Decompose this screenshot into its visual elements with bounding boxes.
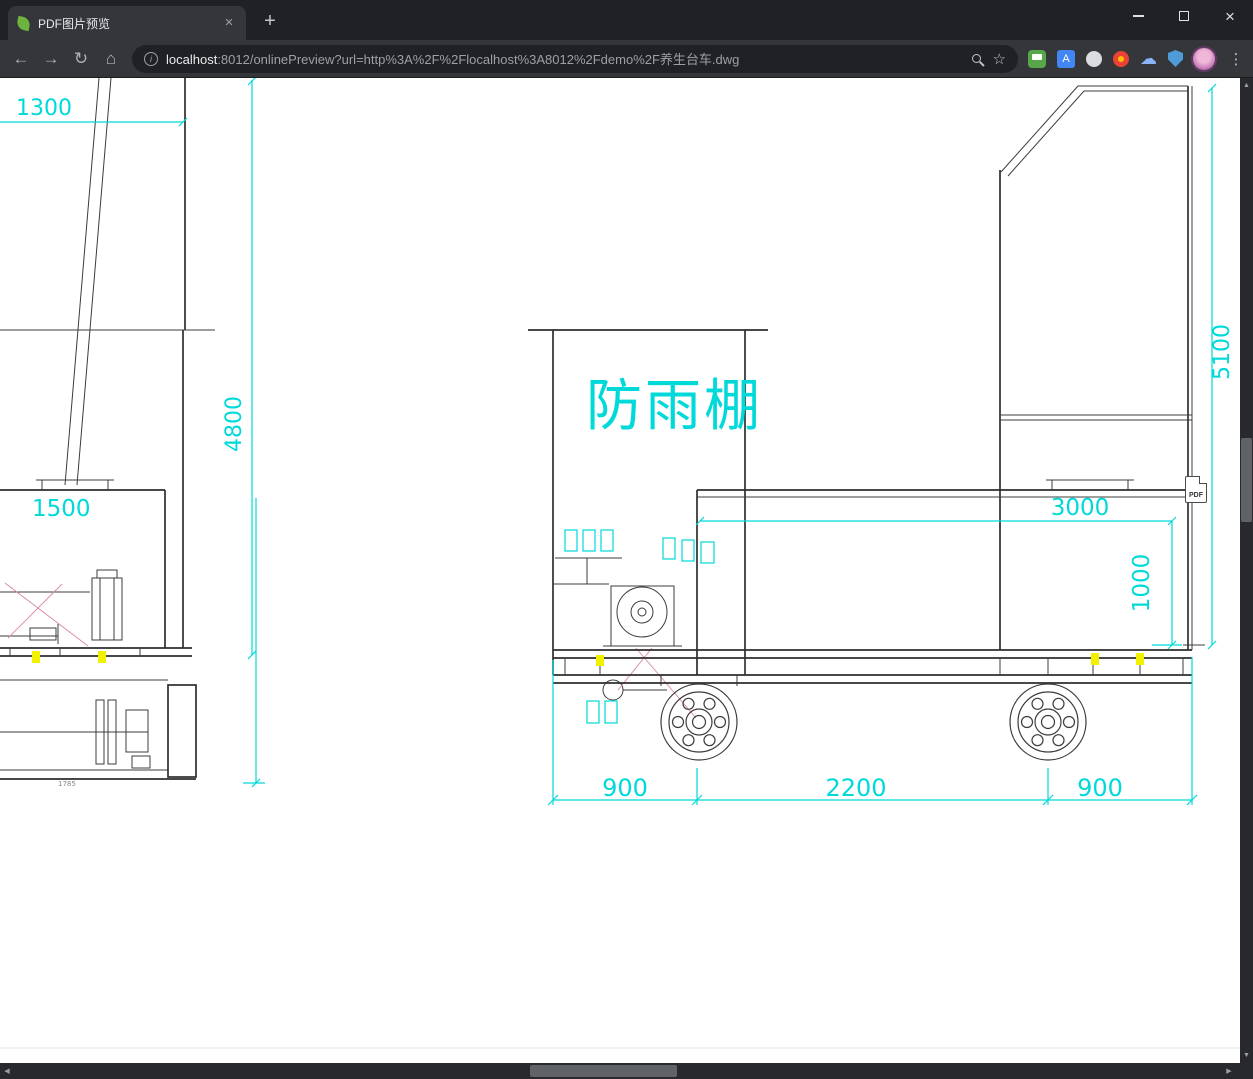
maximize-icon — [1179, 11, 1189, 21]
dim-3000: 3000 — [1051, 495, 1110, 521]
dim-1300: 1300 — [16, 96, 72, 121]
trolley-deck — [553, 649, 1192, 684]
home-button[interactable]: ⌂ — [96, 44, 126, 74]
scroll-down-icon[interactable]: ▼ — [1240, 1052, 1253, 1059]
rear-frame-view: 3000 1000 5100 — [695, 83, 1235, 675]
shield-extension-icon[interactable] — [1168, 50, 1183, 67]
drive-motor — [603, 585, 682, 647]
minimize-icon — [1132, 15, 1144, 17]
green-extension-icon[interactable] — [1028, 49, 1046, 68]
scroll-right-icon[interactable]: ▶ — [1222, 1063, 1236, 1079]
front-wheel — [660, 683, 738, 761]
minimize-button[interactable] — [1115, 0, 1161, 32]
cloud-extension-icon[interactable]: ☁ — [1140, 50, 1157, 67]
tab-title: PDF图片预览 — [38, 16, 111, 31]
page-content: 1300 4800 1500 1785 防雨棚 3000 1000 5100 9… — [0, 78, 1240, 1063]
side-elevation-view: 防雨棚 — [528, 329, 768, 724]
browser-tab[interactable]: PDF图片预览 × — [8, 6, 246, 40]
dim-1500: 1500 — [32, 496, 91, 522]
url-host: localhost — [166, 52, 218, 67]
forward-button[interactable]: → — [36, 44, 66, 74]
highlight-mark — [596, 655, 604, 666]
dim-900-right: 900 — [1077, 774, 1123, 802]
highlight-mark — [98, 651, 106, 663]
dim-4800: 4800 — [222, 396, 247, 452]
tab-close-icon[interactable]: × — [221, 15, 237, 31]
vertical-scrollbar[interactable]: ▲ ▼ — [1240, 78, 1253, 1063]
maximize-button[interactable] — [1161, 0, 1207, 32]
horizontal-scrollbar[interactable]: ◀ ▶ — [0, 1063, 1253, 1079]
highlight-mark — [32, 651, 40, 663]
pdf-file-icon[interactable]: PDF — [1185, 476, 1207, 503]
wheelbase-dimensions: 900 2200 900 — [547, 657, 1198, 806]
spring-leaf-favicon — [15, 15, 32, 31]
cad-drawing: 1300 4800 1500 1785 防雨棚 3000 1000 5100 9… — [0, 78, 1240, 1049]
red-extension-icon[interactable] — [1113, 50, 1129, 67]
url-text[interactable]: localhost:8012/onlinePreview?url=http%3A… — [166, 49, 964, 68]
window-controls: × — [1115, 0, 1253, 32]
dim-2200: 2200 — [825, 774, 886, 802]
translate-extension-icon[interactable]: A — [1057, 49, 1075, 68]
browser-toolbar: ← → ↻ ⌂ i localhost:8012/onlinePreview?u… — [0, 40, 1253, 78]
rear-wheel — [1009, 683, 1087, 761]
bookmark-star-icon[interactable]: ☆ — [993, 50, 1006, 68]
scroll-up-icon[interactable]: ▲ — [1240, 82, 1253, 89]
dim-900-left: 900 — [602, 774, 648, 802]
highlight-mark — [1091, 653, 1099, 665]
url-path: :8012/onlinePreview?url=http%3A%2F%2Floc… — [217, 52, 740, 67]
address-bar[interactable]: i localhost:8012/onlinePreview?url=http%… — [132, 44, 1018, 73]
back-button[interactable]: ← — [6, 44, 36, 74]
horizontal-scrollbar-thumb[interactable] — [530, 1065, 677, 1077]
left-elevation-view: 1300 4800 1500 1785 — [0, 78, 265, 788]
vertical-scrollbar-thumb[interactable] — [1241, 438, 1252, 522]
dim-5100: 5100 — [1210, 324, 1235, 380]
scroll-left-icon[interactable]: ◀ — [0, 1063, 14, 1079]
browser-menu-icon[interactable]: ⋮ — [1225, 50, 1247, 68]
tab-strip: PDF图片预览 × + × — [0, 0, 1253, 40]
new-tab-button[interactable]: + — [256, 7, 284, 35]
zoom-icon[interactable] — [971, 54, 981, 63]
dim-1785: 1785 — [58, 780, 76, 788]
circle-extension-icon[interactable] — [1086, 50, 1102, 67]
shelter-label: 防雨棚 — [586, 374, 763, 439]
close-button[interactable]: × — [1207, 0, 1253, 32]
profile-avatar[interactable] — [1191, 45, 1217, 72]
site-info-icon[interactable]: i — [144, 51, 158, 66]
highlight-mark — [1136, 653, 1144, 665]
reload-button[interactable]: ↻ — [66, 44, 96, 74]
dim-1000: 1000 — [1129, 554, 1155, 613]
extensions-row: A ☁ — [1028, 49, 1183, 68]
